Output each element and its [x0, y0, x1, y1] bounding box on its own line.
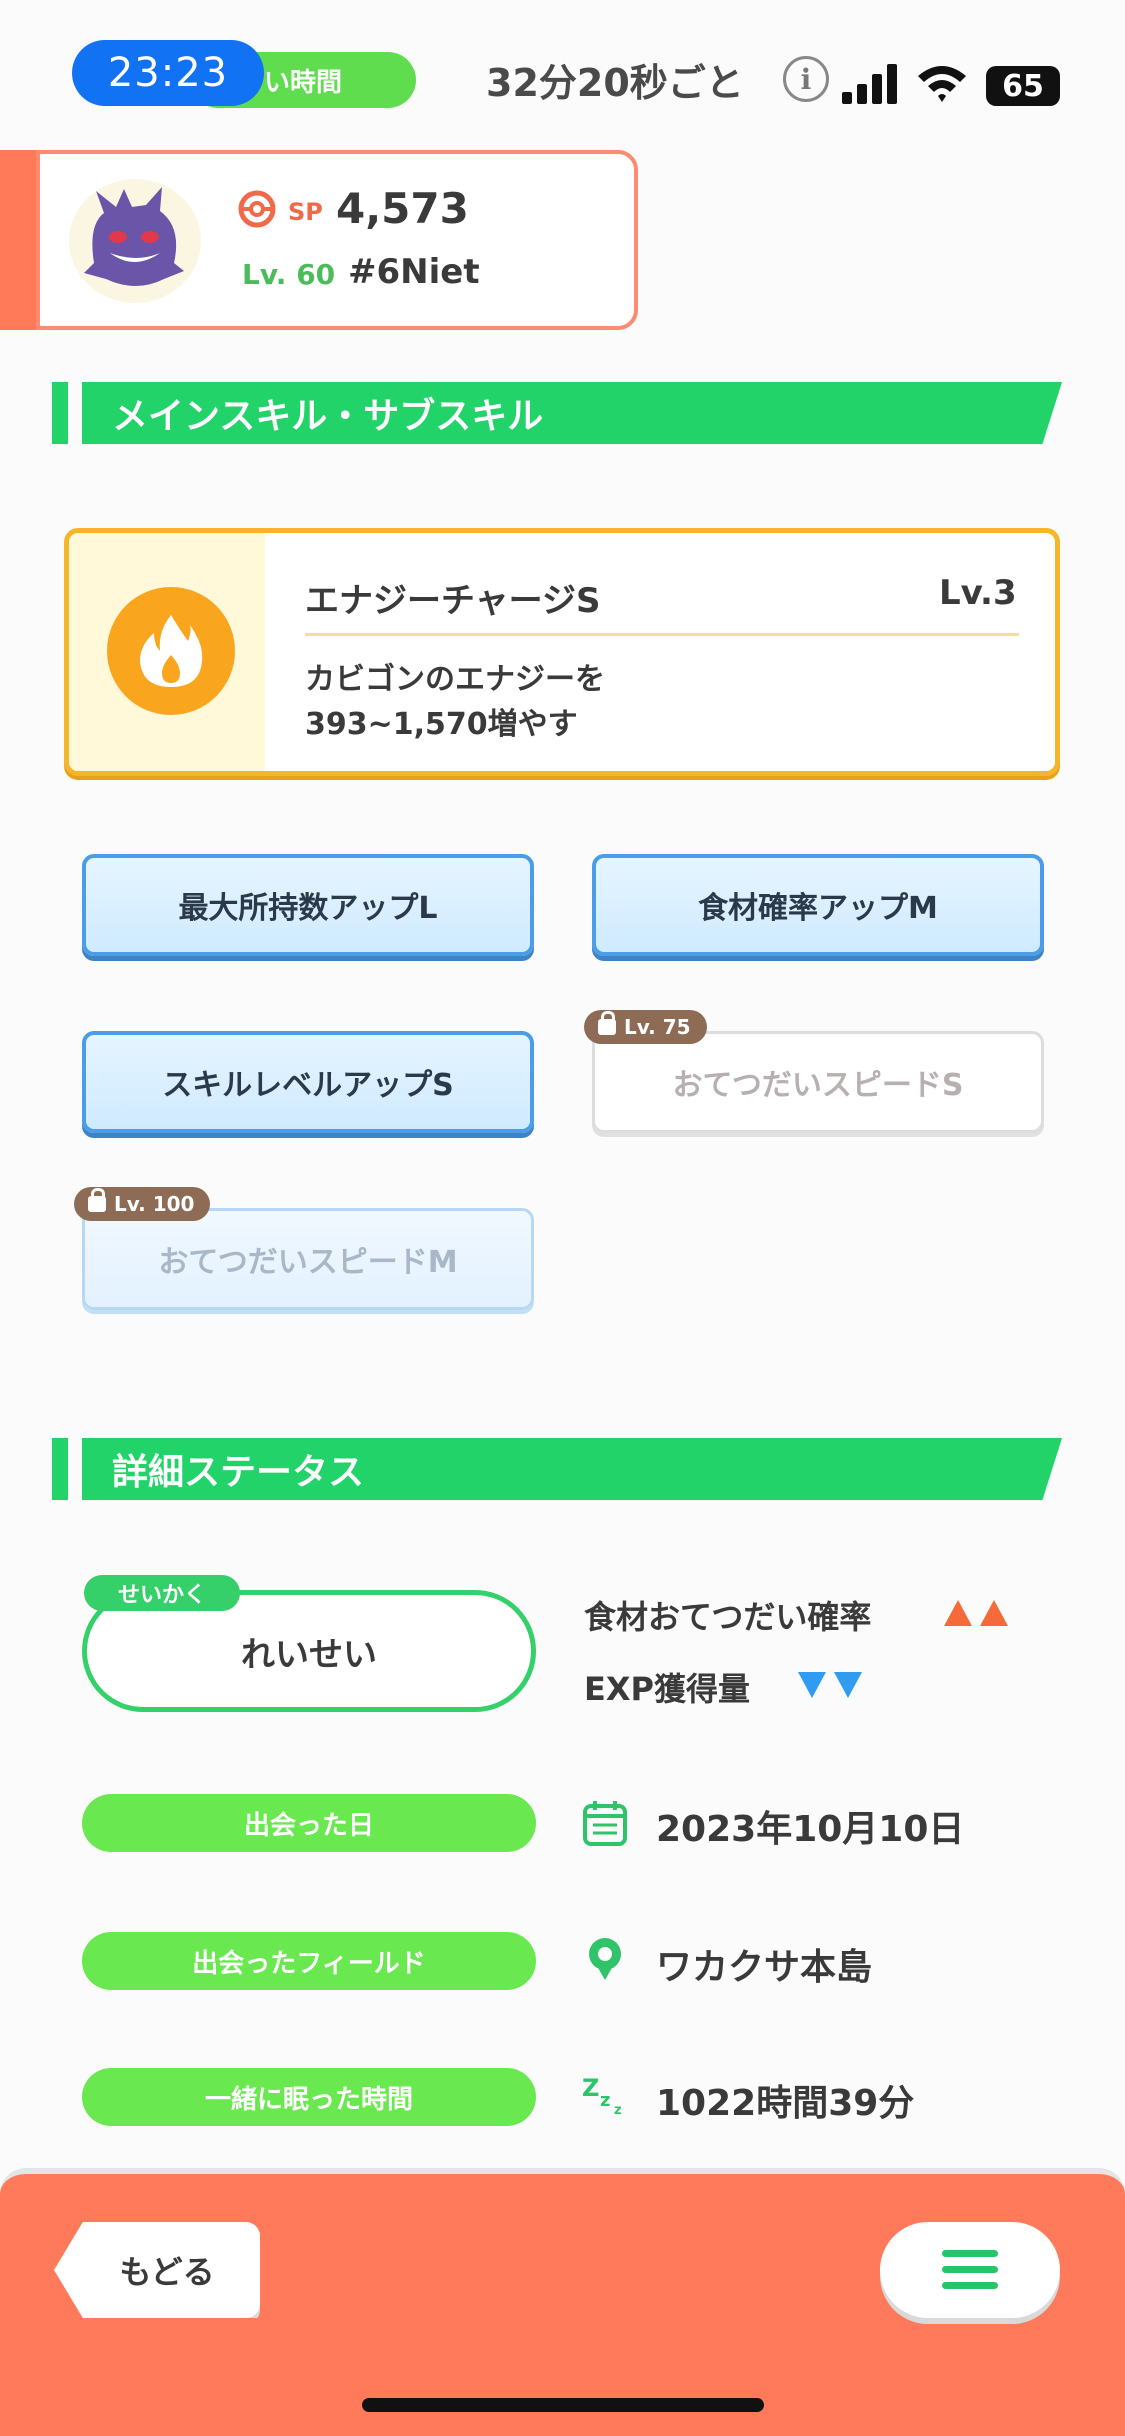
met-field-value: ワカクサ本島	[656, 1947, 873, 1988]
lock-level: Lv. 75	[624, 1015, 691, 1039]
wifi-icon	[918, 66, 966, 102]
lock-icon	[88, 1188, 106, 1212]
sub-skill-5-locked[interactable]: おてつだいスピードM	[82, 1208, 534, 1310]
lock-icon	[598, 1011, 616, 1035]
hamburger-icon	[942, 2250, 998, 2289]
main-skill-card[interactable]: エナジーチャージS Lv.3 カビゴンのエナジーを 393~1,570増やす	[64, 528, 1060, 776]
sub-skill-1[interactable]: 最大所持数アップL	[82, 854, 534, 956]
calendar-icon	[583, 1801, 627, 1846]
met-date-label: 出会った日	[82, 1794, 536, 1852]
location-pin-icon	[589, 1938, 621, 1980]
section-header-skills: メインスキル・サブスキル	[82, 382, 1062, 444]
nature-value: れいせい	[241, 1634, 377, 1675]
level-label: Lv. 60	[242, 258, 336, 291]
battery-icon: 65	[986, 66, 1060, 106]
gengar-avatar	[69, 179, 201, 303]
slept-time-value: 1022時間39分	[656, 2083, 915, 2124]
menu-button[interactable]	[880, 2222, 1060, 2318]
pokemon-nickname: #6Niet	[348, 252, 480, 292]
down-arrow-icon	[834, 1672, 862, 1698]
description-line-2: 393~1,570増やす	[305, 707, 578, 742]
info-icon[interactable]: i	[783, 56, 829, 102]
section-title: メインスキル・サブスキル	[112, 396, 544, 437]
up-arrow-icon	[980, 1600, 1008, 1626]
cellular-signal-icon	[842, 64, 897, 104]
slept-time-label: 一緒に眠った時間	[82, 2068, 536, 2126]
battery-level: 65	[1002, 68, 1044, 104]
help-interval-text: 32分20秒ごと	[486, 61, 744, 105]
sub-skill-4-locked[interactable]: おてつだいスピードS	[592, 1031, 1044, 1133]
sub-skill-2[interactable]: 食材確率アップM	[592, 854, 1044, 956]
sub-skill-3[interactable]: スキルレベルアップS	[82, 1031, 534, 1133]
section-stripe	[52, 382, 68, 444]
nature-down-stat: EXP獲得量	[584, 1670, 750, 1708]
back-button-label: もどる	[119, 2253, 215, 2291]
sp-label: SP	[288, 198, 323, 226]
nature-up-stat: 食材おてつだい確率	[584, 1598, 872, 1636]
sp-value: 4,573	[336, 184, 469, 233]
nature-tag: せいかく	[84, 1575, 240, 1611]
section-stripe	[52, 1438, 68, 1500]
main-skill-name: エナジーチャージS	[305, 581, 601, 621]
sleep-zzz-icon: Z z z	[582, 2074, 622, 2118]
svg-text:z: z	[600, 2090, 610, 2111]
main-skill-level: Lv.3	[939, 573, 1017, 613]
status-clock: 23:23	[72, 40, 264, 106]
lock-badge-lv100: Lv. 100	[74, 1187, 211, 1221]
section-title: 詳細ステータス	[112, 1452, 365, 1493]
flame-icon	[107, 587, 235, 715]
met-field-label: 出会ったフィールド	[82, 1932, 536, 1990]
divider	[305, 633, 1019, 636]
profile-accent-strip	[0, 150, 40, 330]
sleep-time-label: い時間	[264, 67, 343, 98]
lock-badge-lv75: Lv. 75	[584, 1010, 707, 1044]
down-arrow-icon	[798, 1672, 826, 1698]
up-arrow-icon	[944, 1600, 972, 1626]
svg-text:z: z	[614, 2103, 622, 2118]
lock-level: Lv. 100	[114, 1192, 195, 1216]
back-button[interactable]: もどる	[54, 2222, 260, 2318]
met-date-value: 2023年10月10日	[656, 1809, 965, 1850]
home-indicator[interactable]	[362, 2398, 764, 2412]
description-line-1: カビゴンのエナジーを	[305, 662, 605, 697]
sp-ball-icon	[238, 190, 276, 228]
section-header-details: 詳細ステータス	[82, 1438, 1062, 1500]
main-skill-description: カビゴンのエナジーを 393~1,570増やす	[305, 657, 605, 747]
svg-text:Z: Z	[582, 2074, 599, 2102]
